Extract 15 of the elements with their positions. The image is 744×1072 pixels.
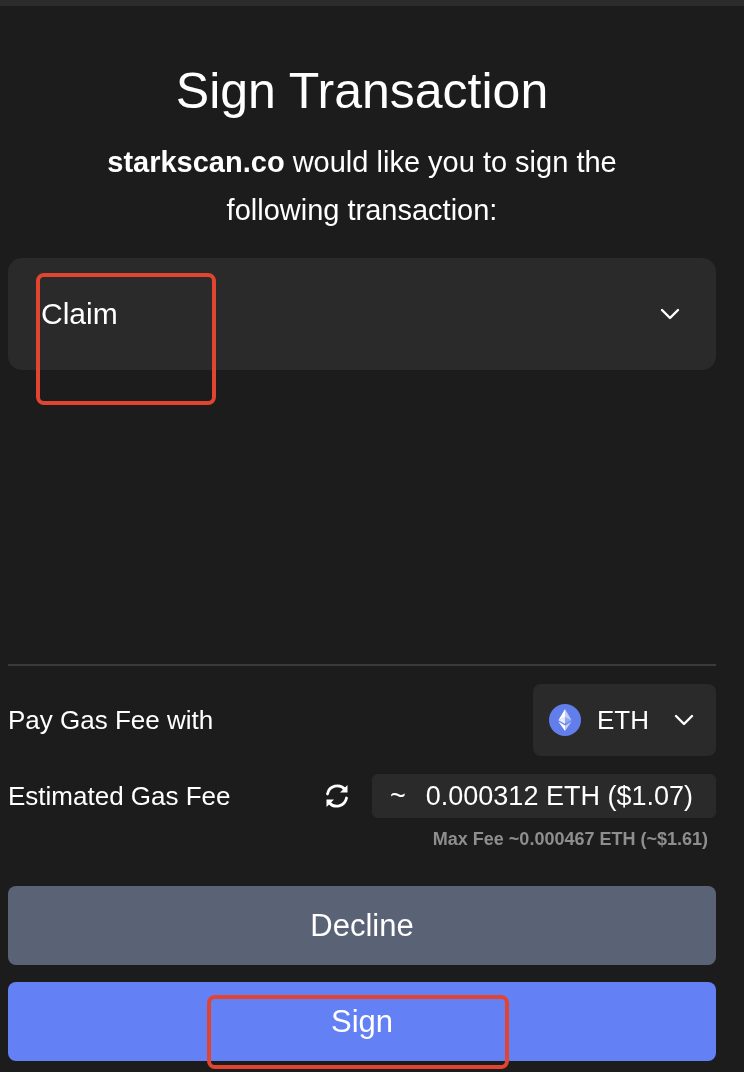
token-selector[interactable]: ETH [533,684,716,756]
estimated-fee-label: Estimated Gas Fee [8,780,231,812]
dialog-title: Sign Transaction [175,64,549,119]
sign-button[interactable]: Sign [8,982,716,1061]
approx-sign: ~ [390,780,406,812]
coin-icon [549,704,581,736]
chevron-down-icon [674,714,694,726]
chevron-down-icon [660,308,680,320]
max-fee-text: Max Fee ~0.000467 ETH (~$1.61) [432,828,708,850]
decline-button[interactable]: Decline [8,886,716,965]
refresh-icon[interactable] [323,782,351,810]
transaction-dropdown[interactable]: Claim [8,258,716,370]
request-message: starkscan.co would like you to sign the following transaction: [106,145,618,228]
fee-amount: 0.000312 ETH ($1.07) [425,780,693,812]
pay-fee-label: Pay Gas Fee with [8,704,214,736]
